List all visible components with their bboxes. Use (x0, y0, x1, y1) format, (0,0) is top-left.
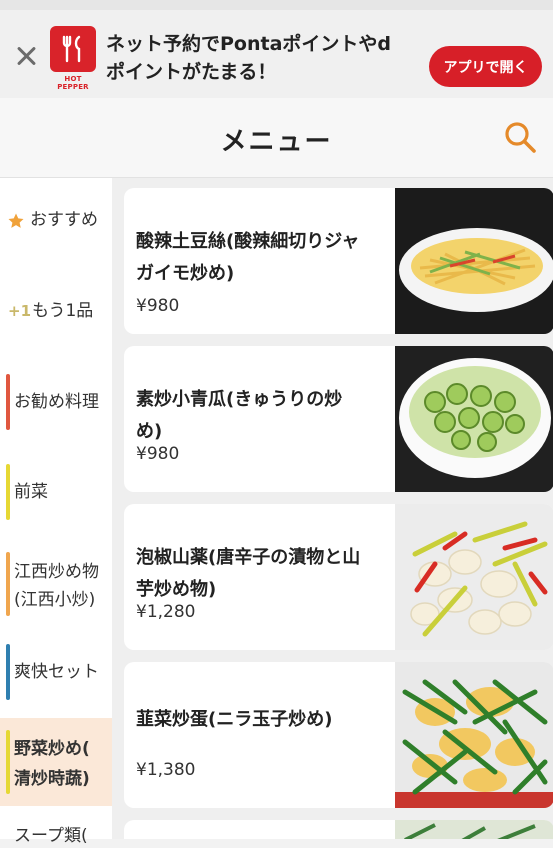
sidebar-item-label: 江西炒め物 (江西小炒) (14, 562, 99, 610)
category-color-bar (6, 552, 10, 616)
sidebar-item-soups[interactable]: スープ類( (0, 824, 112, 846)
page-header: メニュー (0, 98, 553, 178)
search-icon[interactable] (503, 120, 537, 154)
plus-one-icon: +1 (8, 302, 32, 320)
menu-item-price: ¥1,380 (136, 760, 196, 780)
star-icon (8, 213, 24, 228)
menu-list: 酸辣土豆絲(酸辣細切りジャ ガイモ炒め) ¥980 素炒小青瓜(きゅうりの炒 め) … (112, 178, 553, 839)
app-banner: HOT PEPPER ネット予約でPontaポイントやdポイントがたまる！ アプ… (0, 0, 553, 98)
menu-item-name: 泡椒山薬(唐辛子の漬物と山 芋炒め物) (136, 547, 361, 600)
sidebar-item-vegetable-stirfry[interactable]: 野菜炒め(清炒時蔬) (0, 718, 112, 806)
sidebar-item-recommended-dishes[interactable]: お勧め料理 (0, 374, 112, 430)
banner-message: ネット予約でPontaポイントやdポイントがたまる！ (106, 33, 392, 83)
menu-item-card[interactable]: 素炒小青瓜(きゅうりの炒 め) ¥980 (124, 346, 553, 492)
menu-item-card[interactable]: 韮菜炒蛋(ニラ玉子炒め) ¥1,380 (124, 662, 553, 808)
dish-photo[interactable] (395, 820, 553, 839)
menu-item-price: ¥980 (136, 296, 180, 316)
fork-knife-icon (62, 35, 81, 63)
hotpepper-logo: HOT PEPPER (50, 26, 96, 91)
sidebar-item-label: お勧め料理 (14, 392, 99, 412)
menu-item-price: ¥980 (136, 444, 180, 464)
sidebar-item-jiangxi-stirfry[interactable]: 江西炒め物 (江西小炒) (0, 552, 112, 616)
open-in-app-button[interactable]: アプリで開く (429, 46, 542, 87)
sidebar-item-label: もう1品 (32, 301, 94, 321)
logo-caption: HOT PEPPER (57, 75, 89, 91)
category-color-bar (6, 730, 10, 794)
menu-item-name: 素炒小青瓜(きゅうりの炒 め) (136, 389, 343, 442)
category-color-bar (6, 464, 10, 520)
menu-item-price: ¥1,280 (136, 602, 196, 622)
menu-item-card[interactable]: 泡椒山薬(唐辛子の漬物と山 芋炒め物) ¥1,280 (124, 504, 553, 650)
dish-photo[interactable] (395, 662, 553, 808)
dish-photo[interactable] (395, 346, 553, 492)
sidebar-item-label: スープ類( (14, 826, 88, 846)
sidebar-item-label: 野菜炒め(清炒時蔬) (14, 739, 90, 789)
sidebar-item-label: おすすめ (30, 210, 98, 230)
category-color-bar (6, 644, 10, 700)
dish-photo[interactable] (395, 188, 553, 334)
sidebar-item-refreshing-set[interactable]: 爽快セット (0, 644, 112, 700)
dish-photo[interactable] (395, 504, 553, 650)
close-icon[interactable] (14, 44, 38, 68)
category-color-bar (6, 374, 10, 430)
menu-item-card[interactable]: 酸辣土豆絲(酸辣細切りジャ ガイモ炒め) ¥980 (124, 188, 553, 334)
menu-item-name: 酸辣土豆絲(酸辣細切りジャ ガイモ炒め) (136, 231, 360, 284)
sidebar-item-label: 爽快セット (14, 662, 99, 682)
sidebar-item-one-more[interactable]: +1 もう1品 (0, 299, 112, 329)
sidebar-item-appetizers[interactable]: 前菜 (0, 464, 112, 520)
sidebar-item-recommended[interactable]: おすすめ (0, 208, 112, 238)
sidebar-item-label: 前菜 (14, 482, 48, 502)
page-title: メニュー (220, 127, 333, 157)
menu-item-name: 韮菜炒蛋(ニラ玉子炒め) (136, 709, 333, 730)
menu-item-card[interactable] (124, 820, 553, 839)
category-sidebar: おすすめ +1 もう1品 お勧め料理 前菜 江西炒め物 (江西小炒) 爽快セット … (0, 178, 112, 846)
